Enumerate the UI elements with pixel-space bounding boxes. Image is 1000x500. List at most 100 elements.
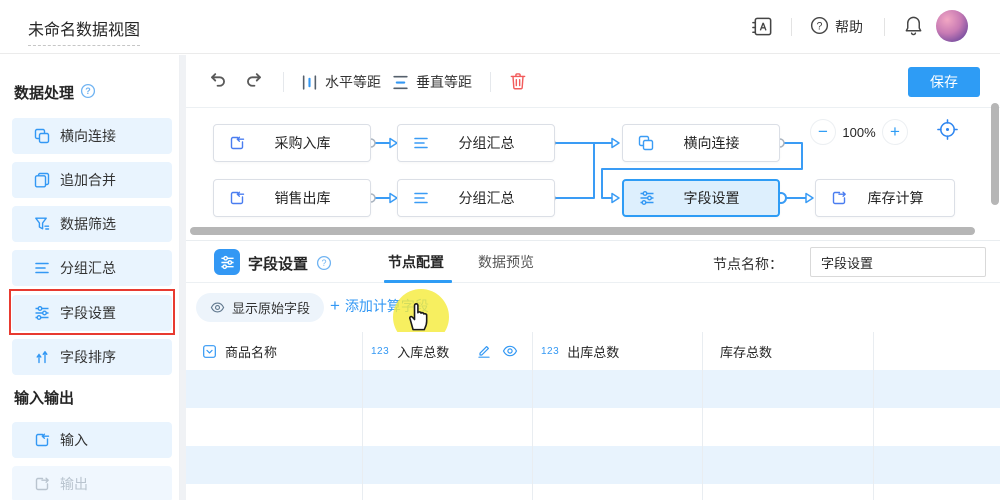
field-settings-icon bbox=[639, 190, 655, 206]
topbar-divider bbox=[791, 18, 792, 36]
sidebar-item-label: 数据筛选 bbox=[60, 214, 116, 234]
column-divider bbox=[873, 332, 874, 500]
table-row bbox=[186, 484, 1000, 500]
sidebar-item-join[interactable]: 横向连接 bbox=[12, 118, 172, 154]
undo-icon bbox=[207, 70, 229, 92]
document-title[interactable]: 未命名数据视图 bbox=[28, 16, 140, 46]
contacts-icon[interactable] bbox=[751, 15, 774, 43]
svg-text:?: ? bbox=[321, 258, 326, 268]
node-config-panel-header: 字段设置 ? 节点配置 数据预览 节点名称： bbox=[186, 240, 1000, 283]
column-divider bbox=[532, 332, 533, 500]
node-group-summary-2[interactable]: 分组汇总 bbox=[397, 179, 555, 217]
number-type-badge: 123 bbox=[371, 346, 389, 357]
panel-help-icon[interactable]: ? bbox=[316, 255, 332, 276]
flow-canvas[interactable]: 采购入库 分组汇总 销售出库 分组汇总 横向 bbox=[186, 108, 1000, 240]
tab-data-preview[interactable]: 数据预览 bbox=[478, 252, 534, 272]
number-type-badge: 123 bbox=[541, 346, 559, 357]
table-row bbox=[186, 446, 1000, 484]
help-icon: ? bbox=[810, 16, 829, 38]
active-tab-underline bbox=[384, 280, 452, 283]
topbar: 未命名数据视图 ? 帮助 bbox=[0, 0, 1000, 54]
undo-button[interactable] bbox=[207, 70, 229, 97]
input-icon bbox=[34, 432, 50, 448]
column-header-outbound-total[interactable]: 123 出库总数 bbox=[532, 332, 702, 370]
vertical-scrollbar[interactable] bbox=[991, 103, 999, 205]
table-row bbox=[186, 370, 1000, 408]
sidebar-item-label: 输出 bbox=[60, 474, 88, 494]
column-label: 库存总数 bbox=[720, 342, 772, 361]
eye-icon bbox=[210, 300, 225, 315]
input-icon bbox=[229, 135, 245, 151]
tab-node-config[interactable]: 节点配置 bbox=[388, 252, 444, 272]
filter-icon bbox=[34, 216, 50, 232]
node-label: 字段设置 bbox=[655, 188, 768, 208]
save-button[interactable]: 保存 bbox=[908, 67, 980, 97]
user-avatar[interactable] bbox=[936, 10, 968, 42]
node-label: 库存计算 bbox=[847, 188, 944, 208]
eye-icon[interactable] bbox=[502, 343, 518, 359]
column-divider bbox=[702, 332, 703, 500]
zoom-level: 100% bbox=[836, 125, 882, 140]
node-sales-outbound[interactable]: 销售出库 bbox=[213, 179, 371, 217]
field-settings-icon bbox=[34, 305, 50, 321]
output-icon bbox=[831, 190, 847, 206]
column-label: 出库总数 bbox=[567, 342, 619, 361]
field-type-icon bbox=[202, 344, 217, 359]
column-header-inbound-total[interactable]: 123 入库总数 bbox=[362, 332, 532, 370]
column-label: 入库总数 bbox=[397, 342, 449, 361]
node-group-summary-1[interactable]: 分组汇总 bbox=[397, 124, 555, 162]
sidebar-item-field-sort[interactable]: 字段排序 bbox=[12, 339, 172, 375]
sidebar-item-input[interactable]: 输入 bbox=[12, 422, 172, 458]
sidebar-item-output: 输出 bbox=[12, 466, 172, 500]
delete-button[interactable] bbox=[508, 71, 528, 96]
node-label: 分组汇总 bbox=[429, 188, 544, 208]
locate-icon[interactable] bbox=[936, 118, 959, 146]
node-purchase-inbound[interactable]: 采购入库 bbox=[213, 124, 371, 162]
column-header-product-name[interactable]: 商品名称 bbox=[186, 332, 362, 370]
group-summary-icon bbox=[34, 260, 50, 276]
append-icon bbox=[34, 172, 50, 188]
sidebar-item-label: 追加合并 bbox=[60, 170, 116, 190]
horizontal-spacing-label: 水平等距 bbox=[325, 72, 381, 92]
vertical-spacing-label: 垂直等距 bbox=[416, 72, 472, 92]
sidebar-item-label: 输入 bbox=[60, 430, 88, 450]
field-settings-icon bbox=[214, 249, 240, 275]
show-original-fields-button[interactable]: 显示原始字段 bbox=[196, 293, 324, 322]
section-help-icon[interactable]: ? bbox=[80, 83, 96, 103]
column-label: 商品名称 bbox=[225, 342, 277, 361]
add-calculated-field-button[interactable]: + 添加计算字段 bbox=[330, 296, 429, 316]
help-button[interactable]: ? 帮助 bbox=[810, 16, 863, 38]
vertical-spacing-icon bbox=[392, 74, 409, 91]
sidebar-item-label: 字段设置 bbox=[60, 303, 116, 323]
sidebar-item-append[interactable]: 追加合并 bbox=[12, 162, 172, 198]
vertical-spacing-button[interactable]: 垂直等距 bbox=[392, 72, 472, 92]
redo-button[interactable] bbox=[243, 70, 265, 97]
sidebar-item-field-settings[interactable]: 字段设置 bbox=[12, 295, 172, 331]
field-sort-icon bbox=[34, 349, 50, 365]
node-label: 采购入库 bbox=[245, 133, 360, 153]
horizontal-scrollbar[interactable] bbox=[190, 227, 975, 235]
zoom-out-button[interactable]: − bbox=[810, 119, 836, 145]
plus-icon: + bbox=[330, 299, 340, 313]
preview-table-header: 商品名称 123 入库总数 123 出库总数 库存总数 bbox=[186, 332, 1000, 370]
column-header-empty bbox=[873, 332, 1000, 370]
node-field-settings[interactable]: 字段设置 bbox=[622, 179, 780, 217]
node-join[interactable]: 横向连接 bbox=[622, 124, 780, 162]
node-name-input[interactable] bbox=[810, 247, 986, 277]
sidebar-item-label: 横向连接 bbox=[60, 126, 116, 146]
toolbar-divider bbox=[490, 72, 491, 92]
column-header-inventory-total[interactable]: 库存总数 bbox=[702, 332, 873, 370]
sidebar-section-io: 输入输出 bbox=[14, 387, 74, 408]
panel-title: 字段设置 bbox=[248, 253, 308, 274]
sidebar-item-group[interactable]: 分组汇总 bbox=[12, 250, 172, 286]
node-inventory-calc[interactable]: 库存计算 bbox=[815, 179, 955, 217]
node-label: 销售出库 bbox=[245, 188, 360, 208]
horizontal-spacing-button[interactable]: 水平等距 bbox=[301, 72, 381, 92]
edit-icon[interactable] bbox=[476, 343, 492, 359]
panel-actions-row: 显示原始字段 + 添加计算字段 bbox=[186, 284, 1000, 332]
join-icon bbox=[638, 135, 654, 151]
zoom-in-button[interactable]: + bbox=[882, 119, 908, 145]
notification-bell-icon[interactable] bbox=[902, 14, 925, 42]
sidebar-item-filter[interactable]: 数据筛选 bbox=[12, 206, 172, 242]
trash-icon bbox=[508, 71, 528, 91]
